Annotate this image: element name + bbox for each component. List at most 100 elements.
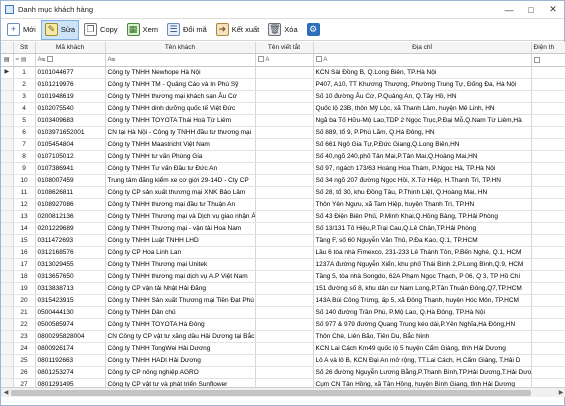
cell-customer-name[interactable]: Công ty TNHH dinh dưỡng quốc tế Việt Đức — [105, 102, 256, 115]
cell-short-name[interactable] — [255, 342, 314, 355]
cell-phone[interactable] — [531, 222, 565, 235]
cell-stt[interactable]: 18 — [13, 270, 36, 283]
table-row[interactable]: 13 0200812136 Công ty TNHH Thương mại và D… — [1, 210, 565, 223]
column-header-stt[interactable]: Stt — [13, 42, 36, 54]
cell-short-name[interactable] — [255, 198, 314, 211]
cell-customer-name[interactable]: CN Công ty CP vật tư xăng dầu Hải Dương … — [105, 330, 256, 343]
cell-phone[interactable] — [531, 282, 565, 295]
change-code-button[interactable]: ☰ Đổi mã — [163, 20, 211, 40]
table-row[interactable]: 11 0108626811 Công ty CP sản xuất thương m… — [1, 186, 565, 199]
cell-stt[interactable]: 15 — [13, 234, 36, 247]
cell-customer-code[interactable]: 0311472693 — [35, 234, 106, 247]
cell-customer-code[interactable]: 0313657650 — [35, 270, 106, 283]
scrollbar-thumb[interactable] — [11, 390, 531, 396]
cell-phone[interactable] — [531, 90, 565, 103]
cell-customer-code[interactable]: 0107386941 — [35, 162, 106, 175]
cell-customer-name[interactable]: Công ty TNHH TM - Quảng Cáo và In Phú Sỹ — [105, 78, 256, 91]
cell-phone[interactable] — [531, 162, 565, 175]
table-row[interactable]: 21 0500444130 Công ty TNHH Dân chủ Số 140 đ… — [1, 306, 565, 319]
scroll-left-icon[interactable]: ◀ — [1, 388, 11, 397]
cell-phone[interactable] — [531, 198, 565, 211]
cell-short-name[interactable] — [255, 318, 314, 331]
table-row[interactable]: 17 0313029455 Công ty TNHH Thương mại Unit… — [1, 258, 565, 271]
cell-customer-name[interactable]: Công ty CP sản xuất thương mại XNK Bảo L… — [105, 186, 256, 199]
cell-phone[interactable] — [531, 234, 565, 247]
cell-customer-name[interactable]: CN tại Hà Nội - Công ty TNHH đầu tư thươ… — [105, 126, 256, 139]
filter-cell-stt[interactable]: = ▤ — [13, 53, 36, 67]
delete-button[interactable]: 🗑 Xóa — [264, 20, 301, 40]
cell-phone[interactable] — [531, 342, 565, 355]
cell-customer-code[interactable]: 0102075540 — [35, 102, 106, 115]
filter-cell-customer-name[interactable]: Aᴓ — [105, 53, 256, 67]
table-row[interactable]: 18 0313657650 Công ty TNHH thương mại dịch… — [1, 270, 565, 283]
cell-stt[interactable]: 1 — [13, 66, 36, 79]
cell-address[interactable]: KCN Lai Cách Km49 quốc lộ 5 huyện Cẩm Gi… — [313, 342, 532, 355]
cell-phone[interactable] — [531, 366, 565, 379]
filter-cell-customer-code[interactable]: Aᴓ — [35, 53, 106, 67]
cell-phone[interactable] — [531, 138, 565, 151]
cell-stt[interactable]: 4 — [13, 102, 36, 115]
table-row[interactable]: 12 0108927086 Công ty TNHH thương mại đầu … — [1, 198, 565, 211]
cell-short-name[interactable] — [255, 270, 314, 283]
cell-address[interactable]: Số 40,ngõ 240,phố Tân Mai,P.Tân Mai,Q.Ho… — [313, 150, 532, 163]
settings-button[interactable]: ⚙ — [303, 20, 327, 40]
table-row[interactable]: 4 0102075540 Công ty TNHH dinh dưỡng quốc … — [1, 102, 565, 115]
cell-short-name[interactable] — [255, 138, 314, 151]
cell-address[interactable]: Số 34 ngõ 207 đường Ngọc Hồi, X.Tứ Hiệp,… — [313, 174, 532, 187]
edit-button[interactable]: ✎ Sửa — [40, 19, 80, 40]
table-row[interactable]: 2 0101219976 Công ty TNHH TM - Quảng Cáo v… — [1, 78, 565, 91]
cell-customer-name[interactable]: Công ty TNHH Sản xuất Thương mại Tiền Đạ… — [105, 294, 256, 307]
cell-short-name[interactable] — [255, 366, 314, 379]
cell-customer-code[interactable]: 0201229689 — [35, 222, 106, 235]
cell-short-name[interactable] — [255, 78, 314, 91]
cell-stt[interactable]: 25 — [13, 354, 36, 367]
cell-short-name[interactable] — [255, 282, 314, 295]
cell-customer-code[interactable]: 0108007459 — [35, 174, 106, 187]
cell-short-name[interactable] — [255, 234, 314, 247]
cell-phone[interactable] — [531, 78, 565, 91]
table-row[interactable]: 23 0800295828004 CN Công ty CP vật tư xăng… — [1, 330, 565, 343]
cell-stt[interactable]: 14 — [13, 222, 36, 235]
cell-stt[interactable]: 21 — [13, 306, 36, 319]
cell-short-name[interactable] — [255, 186, 314, 199]
table-row[interactable]: 15 0311472693 Công ty TNHH Luật TNHH LHD Tầ… — [1, 234, 565, 247]
cell-stt[interactable]: 6 — [13, 126, 36, 139]
cell-customer-code[interactable]: 0500585974 — [35, 318, 106, 331]
cell-customer-name[interactable]: Công ty TNHH tư vấn Phùng Gia — [105, 150, 256, 163]
table-row[interactable]: 9 0107386941 Công ty TNHH Tư vấn Đầu tư Đứ… — [1, 162, 565, 175]
cell-customer-code[interactable]: 0101044677 — [35, 66, 106, 79]
table-row[interactable]: 10 0108007459 Trung tâm đăng kiểm xe cơ gi… — [1, 174, 565, 187]
cell-stt[interactable]: 5 — [13, 114, 36, 127]
table-row[interactable]: 26 0801253274 Công ty CP nông nghiệp AGRO S… — [1, 366, 565, 379]
cell-customer-code[interactable]: 0800295828004 — [35, 330, 106, 343]
new-button[interactable]: + Mới — [3, 20, 40, 40]
cell-short-name[interactable] — [255, 210, 314, 223]
cell-address[interactable]: Số 661 Ngô Gia Tự,P.Đức Giang,Q.Long Biê… — [313, 138, 532, 151]
table-row[interactable]: 8 0107105012 Công ty TNHH tư vấn Phùng Gia… — [1, 150, 565, 163]
cell-address[interactable]: Số 28, tổ 30, khu Đồng Tâu, P.Thịnh Liệt… — [313, 186, 532, 199]
cell-address[interactable]: Tầng F, số 60 Nguyễn Văn Thủ, P.Đa Kao, … — [313, 234, 532, 247]
cell-address[interactable]: Số 889, tổ 9, P.Phú Lãm, Q.Hà Đông, HN — [313, 126, 532, 139]
cell-customer-name[interactable]: Công ty CP Hoa Linh Lan — [105, 246, 256, 259]
cell-phone[interactable] — [531, 270, 565, 283]
cell-customer-code[interactable]: 0108626811 — [35, 186, 106, 199]
cell-customer-code[interactable]: 0108927086 — [35, 198, 106, 211]
close-button[interactable]: ✕ — [542, 1, 564, 19]
cell-short-name[interactable] — [255, 174, 314, 187]
table-row[interactable]: 7 0105454804 Công ty TNHH Maastricht Việt … — [1, 138, 565, 151]
cell-stt[interactable]: 19 — [13, 282, 36, 295]
cell-customer-code[interactable]: 0801192663 — [35, 354, 106, 367]
cell-customer-name[interactable]: Công ty CP vận tải Nhật Hải Đăng — [105, 282, 256, 295]
cell-phone[interactable] — [531, 126, 565, 139]
column-header-short-name[interactable]: Tên viết tắt — [255, 42, 314, 54]
cell-customer-name[interactable]: Công ty TNHH TongWei Hải Dương — [105, 342, 256, 355]
cell-short-name[interactable] — [255, 246, 314, 259]
column-header-customer-code[interactable]: Mã khách — [35, 42, 106, 54]
cell-customer-name[interactable]: Công ty TNHH Newhope Hà Nội — [105, 66, 256, 79]
cell-customer-name[interactable]: Công ty TNHH Thương mại và Dịch vụ giao … — [105, 210, 256, 223]
export-button[interactable]: ➜ Kết xuất — [212, 20, 264, 40]
cell-address[interactable]: 1237A đường Nguyễn Xiển, khu phố Thái Bì… — [313, 258, 532, 271]
cell-customer-code[interactable]: 0200812136 — [35, 210, 106, 223]
table-row[interactable]: 3 0101948619 Công ty TNHH thương mại khách… — [1, 90, 565, 103]
cell-customer-name[interactable]: Công ty CP nông nghiệp AGRO — [105, 366, 256, 379]
